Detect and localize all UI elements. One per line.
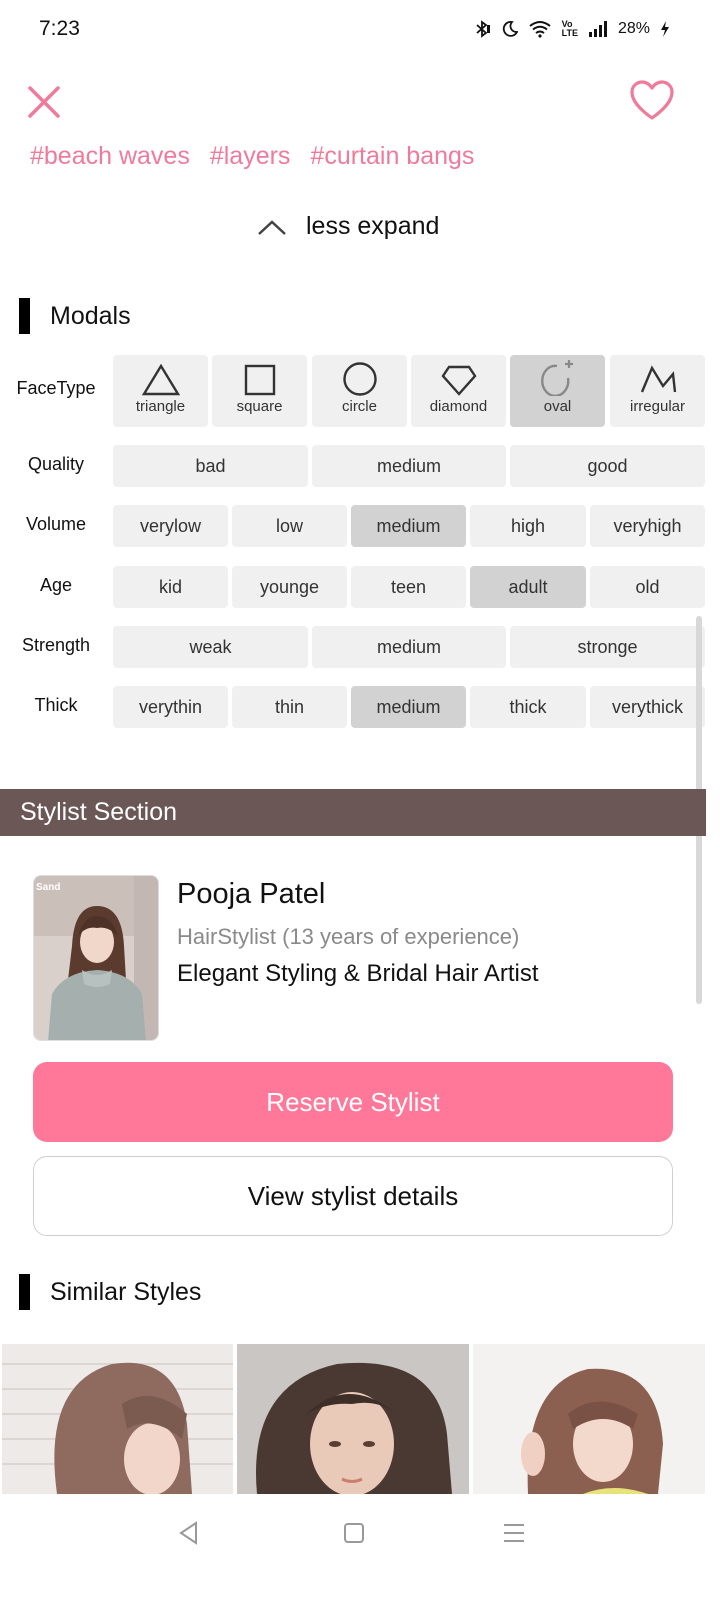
home-button[interactable] [342,1520,366,1551]
similar-section-title: Similar Styles [19,1274,201,1310]
diamond-icon [440,365,477,396]
status-bar: 7:23 Vo LTE 28% [0,0,720,60]
age-option-younge[interactable]: younge [232,566,347,608]
similar-title: Similar Styles [50,1277,202,1306]
view-stylist-details-button[interactable]: View stylist details [33,1156,673,1236]
facetype-option-triangle[interactable]: triangle [113,355,208,427]
square-icon [244,364,275,396]
close-button[interactable] [24,82,64,122]
quality-option-bad[interactable]: bad [113,445,308,487]
recents-button[interactable] [502,1520,526,1551]
expand-toggle[interactable]: less expand [256,212,439,241]
facetype-option-label: square [236,398,283,415]
facetype-option-label: irregular [629,398,686,415]
volte-icon: Vo LTE [562,20,578,38]
thick-label: Thick [34,695,78,715]
facetype-option-label: diamond [429,398,488,415]
battery-text: 28% [617,20,650,37]
strength-label: Strength [21,635,91,655]
age-option-old[interactable]: old [590,566,705,608]
oval-icon [540,360,573,396]
age-label: Age [39,575,73,595]
heart-icon [630,80,674,120]
home-icon [344,1523,364,1543]
system-navigation-bar [0,1494,720,1600]
thick-option-thick[interactable]: thick [470,686,586,728]
similar-style-thumbnail[interactable] [473,1344,705,1494]
recents-icon [504,1524,524,1542]
volume-option-high[interactable]: high [470,505,586,547]
facetype-option-circle[interactable]: circle [312,355,407,427]
quality-option-medium[interactable]: medium [312,445,506,487]
volume-option-verylow[interactable]: verylow [113,505,228,547]
photo-sign: Sand [36,882,61,893]
quality-label: Quality [27,454,85,474]
thick-option-verythick[interactable]: verythick [590,686,705,728]
age-option-kid[interactable]: kid [113,566,228,608]
tag-item[interactable]: #beach waves [30,142,190,171]
chevron-up-icon [258,219,286,235]
volume-option-medium[interactable]: medium [351,505,466,547]
thick-option-verythin[interactable]: verythin [113,686,228,728]
volume-option-veryhigh[interactable]: veryhigh [590,505,705,547]
facetype-option-label: oval [543,398,572,415]
quality-option-good[interactable]: good [510,445,705,487]
irregular-icon [640,365,676,393]
facetype-label: FaceType [16,378,96,398]
strength-option-stronge[interactable]: stronge [510,626,705,668]
status-time: 7:23 [39,17,80,40]
style-photo [237,1344,469,1494]
tag-item[interactable]: #curtain bangs [310,142,474,171]
stylist-avatar[interactable]: Sand [33,875,159,1041]
facetype-option-oval[interactable]: oval [510,355,605,427]
volume-option-low[interactable]: low [232,505,347,547]
triangle-icon [141,364,180,396]
thick-option-thin[interactable]: thin [232,686,347,728]
stylist-photo [34,876,158,1040]
stylist-tagline: Elegant Styling & Bridal Hair Artist [177,960,539,987]
facetype-option-label: circle [341,398,377,415]
stylist-section-title: Stylist Section [20,798,178,826]
signal-icon [588,21,608,37]
strength-option-weak[interactable]: weak [113,626,308,668]
modals-section-title: Modals [19,298,131,334]
battery-charging-icon [660,20,670,38]
tag-item[interactable]: #layers [210,142,291,171]
stylist-section-header: Stylist Section [0,789,706,836]
back-icon [179,1521,197,1545]
facetype-option-diamond[interactable]: diamond [411,355,506,427]
similar-style-thumbnail[interactable] [237,1344,469,1494]
style-photo [473,1344,705,1494]
age-option-teen[interactable]: teen [351,566,466,608]
style-photo [2,1344,233,1494]
favorite-button[interactable] [628,78,676,124]
facetype-option-square[interactable]: square [212,355,307,427]
thick-option-medium[interactable]: medium [351,686,466,728]
expand-label: less expand [306,212,440,240]
close-icon [28,86,60,118]
section-marker [19,1274,30,1310]
strength-option-medium[interactable]: medium [312,626,506,668]
hashtag-list: #beach waves #layers #curtain bangs [30,142,474,171]
back-button[interactable] [176,1520,202,1551]
stylist-experience: HairStylist (13 years of experience) [177,924,520,949]
facetype-option-label: triangle [135,398,186,415]
moon-icon [502,20,518,38]
circle-icon [342,362,377,396]
volume-label: Volume [25,514,87,534]
modals-title: Modals [50,301,131,330]
stylist-name[interactable]: Pooja Patel [177,878,325,911]
section-marker [19,298,30,334]
similar-style-thumbnail[interactable] [2,1344,233,1494]
volte-bottom: LTE [561,28,578,38]
status-icons: Vo LTE 28% [472,19,670,39]
facetype-option-irregular[interactable]: irregular [610,355,705,427]
wifi-icon [528,20,552,38]
reserve-stylist-button[interactable]: Reserve Stylist [33,1062,673,1142]
bluetooth-icon [472,19,492,39]
age-option-adult[interactable]: adult [470,566,586,608]
